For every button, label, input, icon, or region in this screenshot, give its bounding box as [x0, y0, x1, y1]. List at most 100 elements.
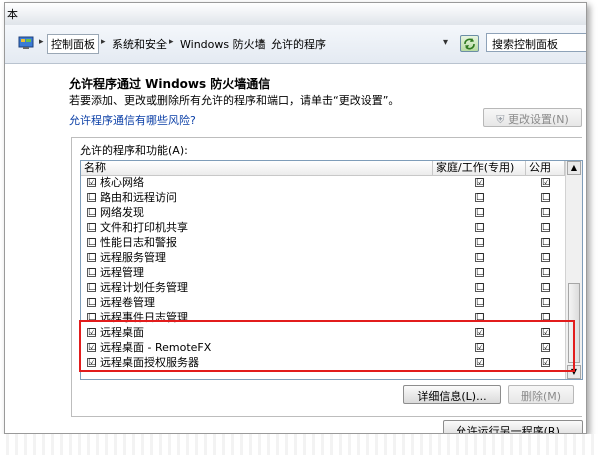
- public-checkbox[interactable]: ☐: [541, 313, 550, 323]
- home-work-checkbox[interactable]: ☐: [475, 238, 484, 248]
- group-label: 允许的程序和功能(A):: [80, 144, 188, 157]
- shield-icon: ⛨: [496, 113, 505, 126]
- refresh-button[interactable]: [460, 35, 479, 52]
- public-checkbox[interactable]: ☑: [541, 328, 550, 338]
- program-checkbox[interactable]: ☑: [87, 343, 96, 353]
- program-name: 远程服务管理: [100, 251, 166, 264]
- scroll-up-icon[interactable]: ▲: [567, 161, 581, 175]
- address-bar: ▸ 控制面板 ▸ 系统和安全 ▸ Windows 防火墙 ▸ 允许的程序 ▾ 搜…: [5, 25, 586, 64]
- table-row[interactable]: ☐ 远程卷管理 ☐ ☐: [81, 296, 565, 310]
- program-checkbox[interactable]: ☐: [87, 298, 96, 308]
- column-header-name[interactable]: 名称: [81, 161, 433, 175]
- refresh-icon: [464, 38, 475, 50]
- program-checkbox[interactable]: ☐: [87, 238, 96, 248]
- table-row[interactable]: ☐ 远程服务管理 ☐ ☐: [81, 251, 565, 265]
- public-checkbox[interactable]: ☐: [541, 253, 550, 263]
- allow-another-program-button[interactable]: 允许运行另一程序(R)...: [443, 420, 583, 433]
- search-input[interactable]: 搜索控制面板: [486, 33, 586, 52]
- home-work-checkbox[interactable]: ☐: [475, 313, 484, 323]
- scroll-down-icon[interactable]: ▼: [567, 365, 581, 379]
- program-name: 核心网络: [100, 176, 144, 189]
- breadcrumb-chevron-icon[interactable]: ▸: [260, 37, 265, 47]
- vertical-scrollbar[interactable]: ▲ ▼: [565, 161, 582, 379]
- table-row[interactable]: ☑ 远程桌面 - RemoteFX ☑ ☑: [81, 341, 565, 355]
- public-checkbox[interactable]: ☑: [541, 358, 550, 368]
- details-button[interactable]: 详细信息(L)...: [403, 385, 501, 404]
- home-work-checkbox[interactable]: ☐: [475, 298, 484, 308]
- program-checkbox[interactable]: ☐: [87, 223, 96, 233]
- torn-edge: [0, 434, 600, 455]
- table-row[interactable]: ☐ 路由和远程访问 ☐ ☐: [81, 191, 565, 205]
- program-checkbox[interactable]: ☑: [87, 358, 96, 368]
- program-checkbox[interactable]: ☐: [87, 253, 96, 263]
- home-work-checkbox[interactable]: ☐: [475, 208, 484, 218]
- breadcrumb-dropdown-icon[interactable]: ▸: [39, 37, 44, 47]
- program-name: 远程卷管理: [100, 296, 155, 309]
- table-row[interactable]: ☐ 远程事件日志管理 ☐ ☐: [81, 311, 565, 325]
- allowed-programs-group: 允许的程序和功能(A): 名称 家庭/工作(专用) 公用 ☑ 核心网络 ☑ ☑ …: [71, 137, 583, 417]
- delete-button[interactable]: 删除(M): [508, 385, 574, 404]
- table-row[interactable]: ☑ 核心网络 ☑ ☑: [81, 176, 565, 190]
- breadcrumb-chevron-icon[interactable]: ▸: [169, 37, 174, 47]
- breadcrumb-windows-firewall[interactable]: Windows 防火墙: [176, 34, 270, 54]
- program-name: 远程事件日志管理: [100, 311, 188, 324]
- risk-info-link[interactable]: 允许程序通信有哪些风险?: [69, 112, 196, 128]
- home-work-checkbox[interactable]: ☑: [475, 358, 484, 368]
- home-work-checkbox[interactable]: ☑: [475, 328, 484, 338]
- program-name: 远程桌面: [100, 326, 144, 339]
- page-title: 允许程序通过 Windows 防火墙通信: [69, 77, 271, 91]
- program-name: 网络发现: [100, 206, 144, 219]
- public-checkbox[interactable]: ☐: [541, 238, 550, 248]
- program-checkbox[interactable]: ☐: [87, 313, 96, 323]
- table-row[interactable]: ☐ 文件和打印机共享 ☐ ☐: [81, 221, 565, 235]
- public-checkbox[interactable]: ☐: [541, 208, 550, 218]
- program-checkbox[interactable]: ☑: [87, 328, 96, 338]
- table-row[interactable]: ☐ 远程管理 ☐ ☐: [81, 266, 565, 280]
- address-dropdown-icon[interactable]: ▾: [443, 37, 448, 48]
- program-checkbox[interactable]: ☐: [87, 193, 96, 203]
- program-name: 远程桌面授权服务器: [100, 356, 199, 369]
- public-checkbox[interactable]: ☐: [541, 193, 550, 203]
- program-name: 远程桌面 - RemoteFX: [100, 341, 212, 354]
- home-work-checkbox[interactable]: ☐: [475, 268, 484, 278]
- home-work-checkbox[interactable]: ☐: [475, 223, 484, 233]
- program-name: 性能日志和警报: [100, 236, 177, 249]
- breadcrumb-system-security[interactable]: 系统和安全: [108, 34, 171, 54]
- public-checkbox[interactable]: ☐: [541, 223, 550, 233]
- public-checkbox[interactable]: ☐: [541, 268, 550, 278]
- scroll-thumb[interactable]: [568, 283, 580, 363]
- public-checkbox[interactable]: ☐: [541, 283, 550, 293]
- column-header-public[interactable]: 公用: [526, 161, 565, 175]
- home-work-checkbox[interactable]: ☐: [475, 193, 484, 203]
- program-checkbox[interactable]: ☐: [87, 283, 96, 293]
- table-row[interactable]: ☐ 网络发现 ☐ ☐: [81, 206, 565, 220]
- table-row[interactable]: ☐ 性能日志和警报 ☐ ☐: [81, 236, 565, 250]
- home-work-checkbox[interactable]: ☑: [475, 178, 484, 188]
- breadcrumb-control-panel[interactable]: 控制面板: [47, 34, 99, 54]
- program-checkbox[interactable]: ☐: [87, 268, 96, 278]
- table-row[interactable]: ☑ 远程桌面授权服务器 ☑ ☑: [81, 356, 565, 370]
- page-description: 若要添加、更改或删除所有允许的程序和端口，请单击“更改设置”。: [69, 94, 400, 107]
- table-row[interactable]: ☑ 远程桌面 ☑ ☑: [81, 326, 565, 340]
- program-name: 远程计划任务管理: [100, 281, 188, 294]
- main-content: 允许程序通过 Windows 防火墙通信 若要添加、更改或删除所有允许的程序和端…: [5, 64, 586, 433]
- public-checkbox[interactable]: ☑: [541, 343, 550, 353]
- title-bar: 本: [5, 3, 586, 26]
- column-header-home-work[interactable]: 家庭/工作(专用): [433, 161, 526, 175]
- programs-table: 名称 家庭/工作(专用) 公用 ☑ 核心网络 ☑ ☑ ☐ 路由和远程访问 ☐ ☐…: [80, 160, 583, 380]
- breadcrumb-chevron-icon[interactable]: ▸: [101, 37, 106, 47]
- home-work-checkbox[interactable]: ☑: [475, 343, 484, 353]
- table-row[interactable]: ☐ 远程计划任务管理 ☐ ☐: [81, 281, 565, 295]
- program-checkbox[interactable]: ☐: [87, 208, 96, 218]
- window-title: 本: [7, 8, 18, 21]
- change-settings-label: 更改设置(N): [507, 113, 569, 126]
- program-checkbox[interactable]: ☑: [87, 178, 96, 188]
- program-name: 远程管理: [100, 266, 144, 279]
- table-header: 名称 家庭/工作(专用) 公用: [81, 161, 565, 176]
- public-checkbox[interactable]: ☐: [541, 298, 550, 308]
- change-settings-button[interactable]: ⛨ 更改设置(N): [483, 108, 582, 127]
- home-work-checkbox[interactable]: ☐: [475, 253, 484, 263]
- public-checkbox[interactable]: ☑: [541, 178, 550, 188]
- home-work-checkbox[interactable]: ☐: [475, 283, 484, 293]
- breadcrumb-allowed-programs[interactable]: 允许的程序: [267, 34, 330, 54]
